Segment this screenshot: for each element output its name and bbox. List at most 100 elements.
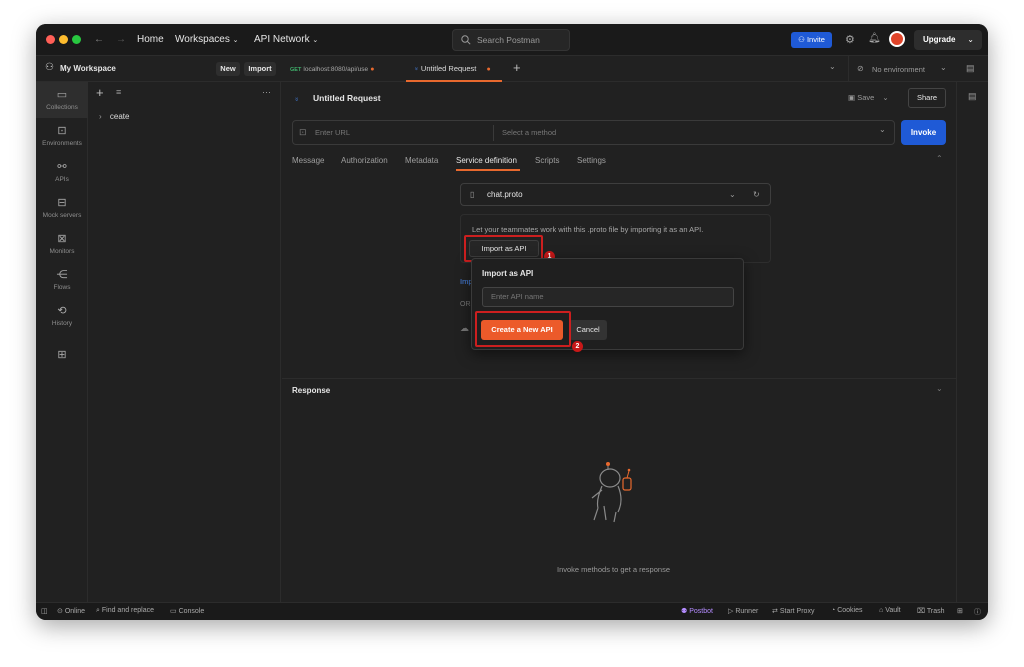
new-button[interactable]: New bbox=[216, 62, 240, 76]
close-window-dot[interactable] bbox=[46, 35, 55, 44]
proto-file-name: chat.proto bbox=[487, 190, 523, 199]
toggle-sidebar-icon[interactable]: ◫ bbox=[41, 607, 48, 615]
import-button[interactable]: Import bbox=[244, 62, 276, 76]
tab-metadata[interactable]: Metadata bbox=[405, 156, 438, 165]
save-button[interactable]: ▣ Save ⌄ bbox=[848, 89, 902, 107]
environments-icon: ⊡ bbox=[57, 125, 67, 137]
home-link[interactable]: Home bbox=[137, 34, 164, 45]
maximize-window-dot[interactable] bbox=[72, 35, 81, 44]
tab-message[interactable]: Message bbox=[292, 156, 324, 165]
history-icon: ⟲ bbox=[57, 305, 67, 317]
annotation-badge-2: 2 bbox=[572, 341, 583, 352]
invoke-button[interactable]: Invoke bbox=[901, 120, 946, 145]
rail-flows[interactable]: ⋲ Flows bbox=[36, 268, 88, 291]
runner-label: Runner bbox=[735, 608, 759, 615]
avatar[interactable] bbox=[889, 31, 905, 47]
tab-method: GET bbox=[290, 67, 302, 73]
tree-item[interactable]: › ceate bbox=[99, 112, 129, 121]
vault-label: Vault bbox=[885, 607, 901, 614]
tab-service-definition[interactable]: Service definition bbox=[456, 156, 517, 165]
rail-collections[interactable]: ▭ Collections bbox=[36, 82, 88, 118]
title-bar: ← → Home Workspaces ⌄ API Network ⌄ Sear… bbox=[36, 24, 988, 56]
environment-quicklook-icon[interactable]: ▤ bbox=[966, 63, 975, 74]
new-tab-plus-icon[interactable]: + bbox=[513, 60, 521, 75]
add-collection-plus-icon[interactable]: + bbox=[96, 85, 104, 100]
documentation-icon[interactable]: ▤ bbox=[968, 91, 977, 102]
monitor-icon: ⊠ bbox=[57, 233, 67, 245]
layout-icon[interactable]: ⊞ bbox=[957, 607, 963, 615]
active-tab-indicator bbox=[456, 169, 520, 171]
cancel-button[interactable]: Cancel bbox=[569, 320, 607, 340]
proto-file-selector[interactable]: ▯ chat.proto ⌄ ↻ bbox=[460, 183, 771, 206]
online-status[interactable]: ⊙ Online bbox=[57, 607, 85, 615]
runner-button[interactable]: ▷ Runner bbox=[728, 607, 758, 615]
save-icon: ▣ bbox=[848, 93, 856, 102]
api-network-menu[interactable]: API Network ⌄ bbox=[254, 34, 318, 45]
url-input[interactable]: Enter URL bbox=[315, 128, 350, 137]
rail-label: History bbox=[51, 320, 73, 327]
invite-button[interactable]: ⚇ Invite bbox=[791, 32, 832, 48]
chevron-down-icon[interactable]: ⌄ bbox=[936, 384, 943, 393]
method-select[interactable]: Select a method bbox=[502, 128, 556, 137]
workspaces-menu[interactable]: Workspaces ⌄ bbox=[175, 34, 239, 45]
rail-label: Monitors bbox=[49, 248, 75, 255]
upgrade-button[interactable]: Upgrade ⌄ bbox=[914, 30, 982, 50]
collapse-chevron-icon[interactable]: ⌃ bbox=[936, 154, 943, 163]
tab-get-request[interactable]: GET localhost:8080/api/use ● bbox=[290, 56, 398, 82]
cookies-button[interactable]: ◔ Cookies bbox=[831, 607, 862, 614]
search-icon: ⌕ bbox=[96, 607, 100, 614]
chevron-down-icon: ⌄ bbox=[232, 37, 239, 44]
rail-monitors[interactable]: ⊠ Monitors bbox=[36, 232, 88, 255]
workspace-tabs-bar: ⚇ My Workspace New Import GET localhost:… bbox=[36, 56, 988, 82]
console-icon: ▭ bbox=[170, 608, 177, 615]
rail-apis[interactable]: ⚯ APIs bbox=[36, 160, 88, 183]
help-icon[interactable]: ⓘ bbox=[974, 607, 981, 617]
chevron-down-icon[interactable]: ⌄ bbox=[729, 184, 736, 205]
search-input[interactable]: Search Postman bbox=[452, 29, 570, 51]
start-proxy-button[interactable]: ⇄ Start Proxy bbox=[772, 607, 814, 615]
rail-configure[interactable]: ⊞ bbox=[36, 348, 88, 364]
sidebar: + ≡ ⋯ › ceate bbox=[89, 82, 281, 602]
cloud-upload-icon: ☁ bbox=[460, 323, 469, 333]
chevron-down-icon[interactable]: ⌄ bbox=[879, 125, 886, 134]
vault-button[interactable]: ⌂ Vault bbox=[879, 607, 901, 614]
url-divider bbox=[493, 125, 494, 141]
cookie-icon: ◔ bbox=[831, 607, 836, 614]
start-proxy-label: Start Proxy bbox=[779, 608, 815, 615]
tab-untitled-request[interactable]: ⍤ Untitled Request ● bbox=[406, 56, 502, 82]
rail-label: Flows bbox=[53, 284, 71, 291]
tab-authorization[interactable]: Authorization bbox=[341, 156, 388, 165]
tabs-overflow-chevron-icon[interactable]: ⌄ bbox=[829, 62, 836, 71]
refresh-icon[interactable]: ↻ bbox=[753, 184, 760, 205]
postbot-button[interactable]: ⚉ Postbot bbox=[681, 607, 713, 615]
rail-label: Environments bbox=[42, 140, 82, 147]
rail-mock-servers[interactable]: ⊟ Mock servers bbox=[36, 196, 88, 219]
flows-icon: ⋲ bbox=[56, 269, 68, 281]
share-button[interactable]: Share bbox=[908, 88, 946, 108]
trash-button[interactable]: ⌧ Trash bbox=[917, 607, 945, 615]
left-rail: ▭ Collections ⊡ Environments ⚯ APIs ⊟ Mock s… bbox=[36, 82, 88, 602]
filter-icon[interactable]: ≡ bbox=[116, 87, 121, 97]
postbot-icon: ⚉ bbox=[681, 608, 688, 615]
bell-icon[interactable]: 🔔︎ bbox=[868, 33, 881, 44]
more-options-icon[interactable]: ⋯ bbox=[262, 87, 271, 98]
request-title[interactable]: Untitled Request bbox=[313, 93, 381, 103]
tree-item-label: ceate bbox=[109, 112, 130, 121]
console-button[interactable]: ▭ Console bbox=[170, 607, 204, 615]
grpc-icon: ⍤ bbox=[294, 94, 300, 104]
rail-environments[interactable]: ⊡ Environments bbox=[36, 124, 88, 147]
tab-scripts[interactable]: Scripts bbox=[535, 156, 559, 165]
find-replace-button[interactable]: ⌕ Find and replace bbox=[96, 607, 154, 615]
environment-selector[interactable]: ⊘ No environment ⌄ bbox=[848, 56, 952, 82]
tab-settings[interactable]: Settings bbox=[577, 156, 606, 165]
api-name-input[interactable]: Enter API name bbox=[482, 287, 734, 307]
back-arrow-icon[interactable]: ← bbox=[94, 34, 104, 45]
gear-icon[interactable]: ⚙ bbox=[845, 33, 855, 46]
workspaces-label: Workspaces bbox=[175, 34, 230, 45]
workspace-name[interactable]: My Workspace bbox=[60, 64, 116, 73]
forward-arrow-icon[interactable]: → bbox=[116, 34, 126, 45]
response-header: Response ⌄ bbox=[282, 378, 956, 398]
minimize-window-dot[interactable] bbox=[59, 35, 68, 44]
rail-history[interactable]: ⟲ History bbox=[36, 304, 88, 327]
cookies-label: Cookies bbox=[837, 607, 863, 614]
